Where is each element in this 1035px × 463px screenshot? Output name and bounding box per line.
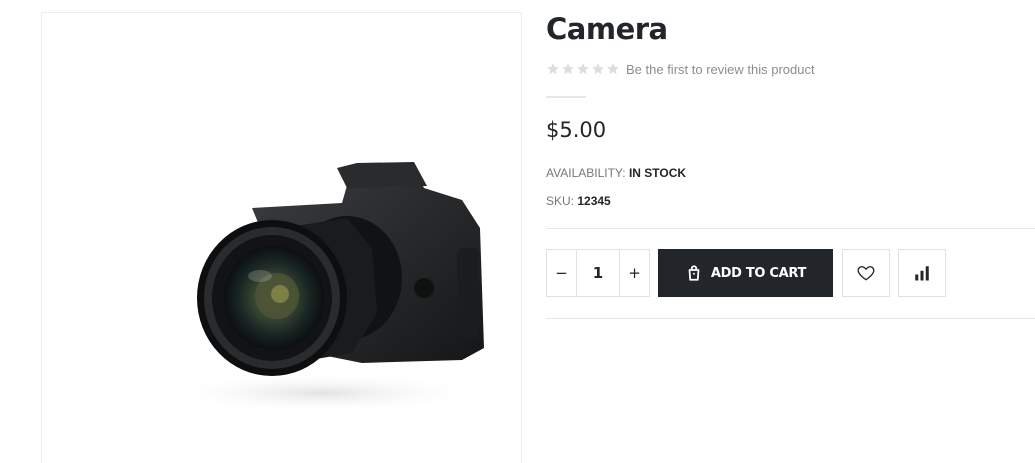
- availability: AVAILABILITY: IN STOCK: [546, 166, 686, 180]
- product-image-panel[interactable]: [41, 12, 522, 463]
- rating-row: Be the first to review this product: [546, 60, 815, 78]
- availability-value: IN STOCK: [628, 166, 687, 180]
- sku-label: SKU:: [546, 194, 575, 208]
- sku-value: 12345: [577, 194, 611, 208]
- star-icon: [592, 63, 604, 75]
- product-page: Camera Be the first to review this produ…: [0, 0, 1035, 463]
- product-title: Camera: [546, 12, 668, 46]
- star-icon: [547, 63, 559, 75]
- wishlist-button[interactable]: [842, 249, 890, 297]
- star-icon: [607, 63, 619, 75]
- shopping-bag-icon: [688, 265, 700, 281]
- product-price: $5.00: [546, 118, 607, 142]
- star-icon: [562, 63, 574, 75]
- heart-icon: [857, 266, 875, 281]
- actions-divider-bottom: [546, 318, 1035, 319]
- actions-divider-top: [546, 228, 1035, 229]
- quantity-decrease-button[interactable]: −: [547, 250, 576, 296]
- add-to-cart-button[interactable]: ADD TO CART: [658, 249, 833, 297]
- star-rating: [546, 62, 620, 76]
- quantity-stepper: − +: [546, 249, 650, 297]
- add-to-cart-label: ADD TO CART: [710, 265, 807, 281]
- review-link[interactable]: Be the first to review this product: [626, 62, 815, 77]
- title-divider: [546, 96, 586, 98]
- camera-product-image: [162, 162, 484, 413]
- sku: SKU: 12345: [546, 194, 611, 208]
- star-icon: [577, 63, 589, 75]
- quantity-input[interactable]: [576, 250, 620, 296]
- quantity-increase-button[interactable]: +: [620, 250, 649, 296]
- compare-button[interactable]: [898, 249, 946, 297]
- bar-chart-icon: [915, 266, 929, 281]
- availability-label: AVAILABILITY:: [546, 166, 626, 180]
